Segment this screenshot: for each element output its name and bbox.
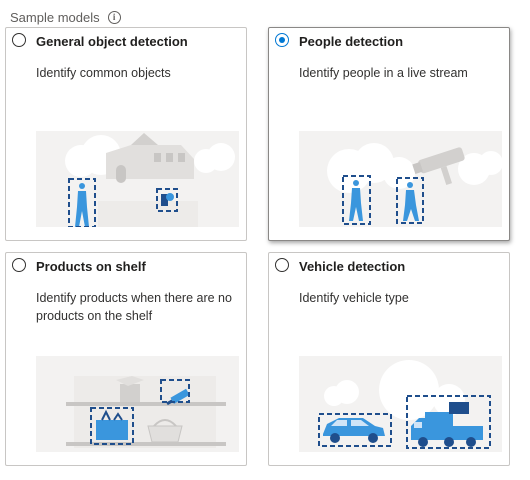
objects-illustration-icon	[36, 131, 239, 227]
info-icon[interactable]: i	[107, 10, 121, 24]
model-card-general-object-detection[interactable]: General object detection Identify common…	[5, 27, 247, 241]
card-description: Identify common objects	[36, 66, 171, 80]
card-description: Identify vehicle type	[299, 291, 409, 305]
radio-vehicle-detection[interactable]	[275, 258, 289, 272]
model-card-people-detection[interactable]: People detection Identify people in a li…	[268, 27, 510, 241]
vehicles-illustration-icon	[299, 356, 502, 452]
radio-people-detection[interactable]	[275, 33, 289, 47]
card-title: People detection	[299, 34, 404, 49]
model-card-vehicle-detection[interactable]: Vehicle detection Identify vehicle type	[268, 252, 510, 466]
radio-products-on-shelf[interactable]	[12, 258, 26, 272]
card-title: Vehicle detection	[299, 259, 406, 274]
radio-general-object-detection[interactable]	[12, 33, 26, 47]
section-title: Sample models	[10, 9, 100, 25]
card-description: Identify products when there are no prod…	[36, 291, 232, 323]
model-card-products-on-shelf[interactable]: Products on shelf Identify products when…	[5, 252, 247, 466]
sample-models-header: Sample models i	[10, 8, 121, 26]
card-description: Identify people in a live stream	[299, 66, 468, 80]
shelf-products-illustration-icon	[36, 356, 239, 452]
card-title: General object detection	[36, 34, 188, 49]
card-title: Products on shelf	[36, 259, 146, 274]
people-camera-illustration-icon	[299, 131, 502, 227]
